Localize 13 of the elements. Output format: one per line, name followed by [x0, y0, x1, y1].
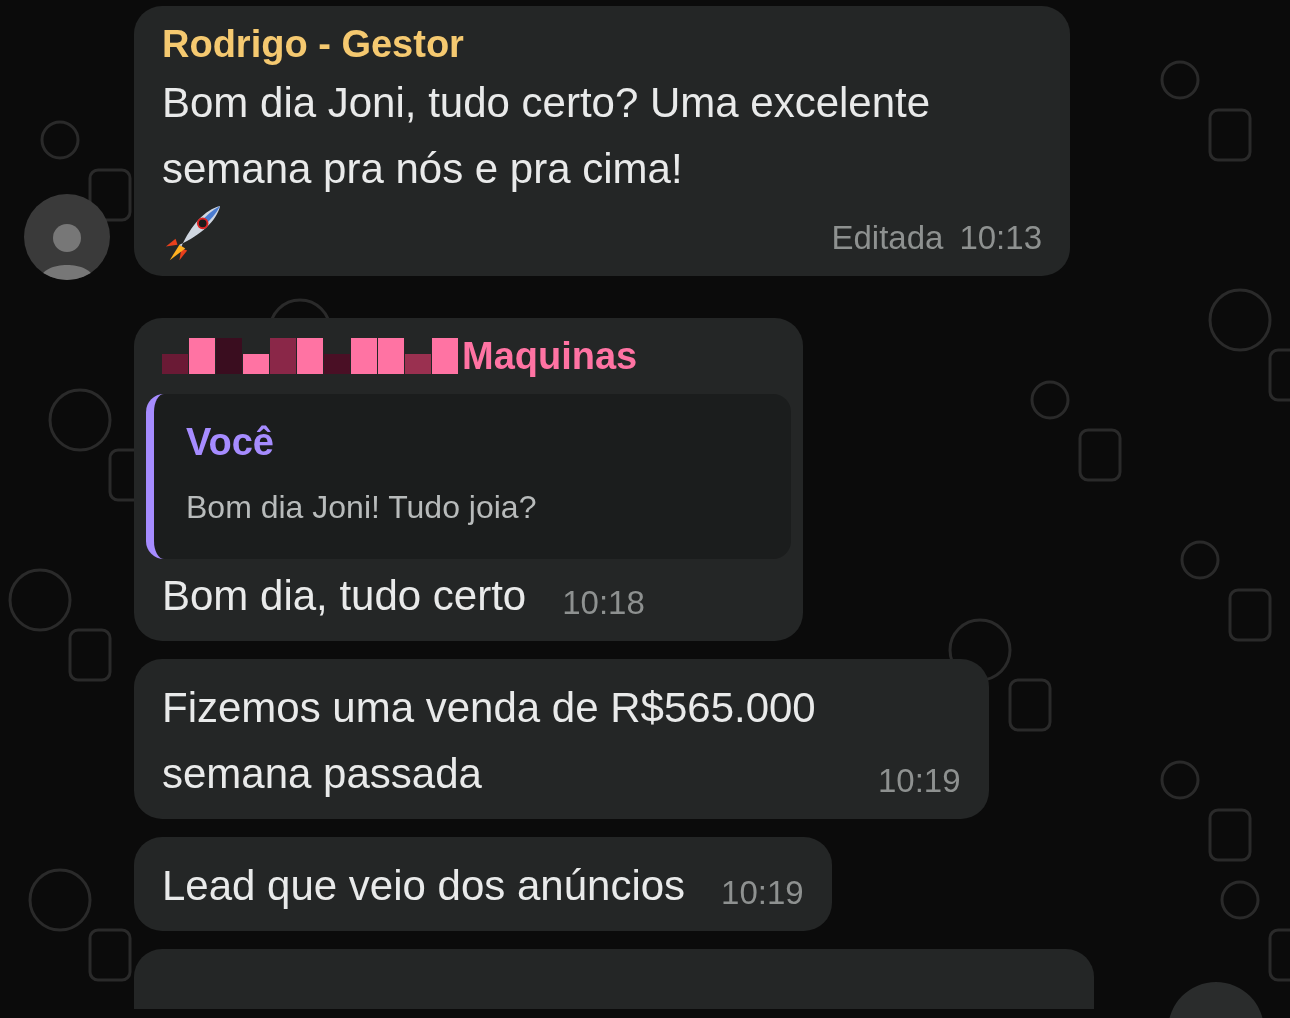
message-time: 10:19: [878, 760, 961, 801]
message-text: Bom dia Joni, tudo certo? Uma excelente semana pra nós e pra cima!: [162, 78, 932, 194]
message-text: Bom dia, tudo certo: [162, 571, 527, 621]
message-time: 10:18: [562, 582, 645, 623]
message-text: Lead que veio dos anúncios: [162, 861, 686, 911]
quote-text: Bom dia Joni! Tudo joia?: [186, 488, 538, 527]
quote-author: Você: [186, 420, 275, 465]
message-time: 10:13: [959, 217, 1042, 258]
sender-name: Rodrigo - Gestor: [162, 22, 464, 67]
message-text: Fizemos uma venda de R$565.000 semana passada: [162, 683, 817, 799]
sender-name: Maquinas: [462, 334, 638, 379]
message-time: 10:19: [721, 872, 804, 913]
edited-label: Editada: [831, 217, 944, 258]
